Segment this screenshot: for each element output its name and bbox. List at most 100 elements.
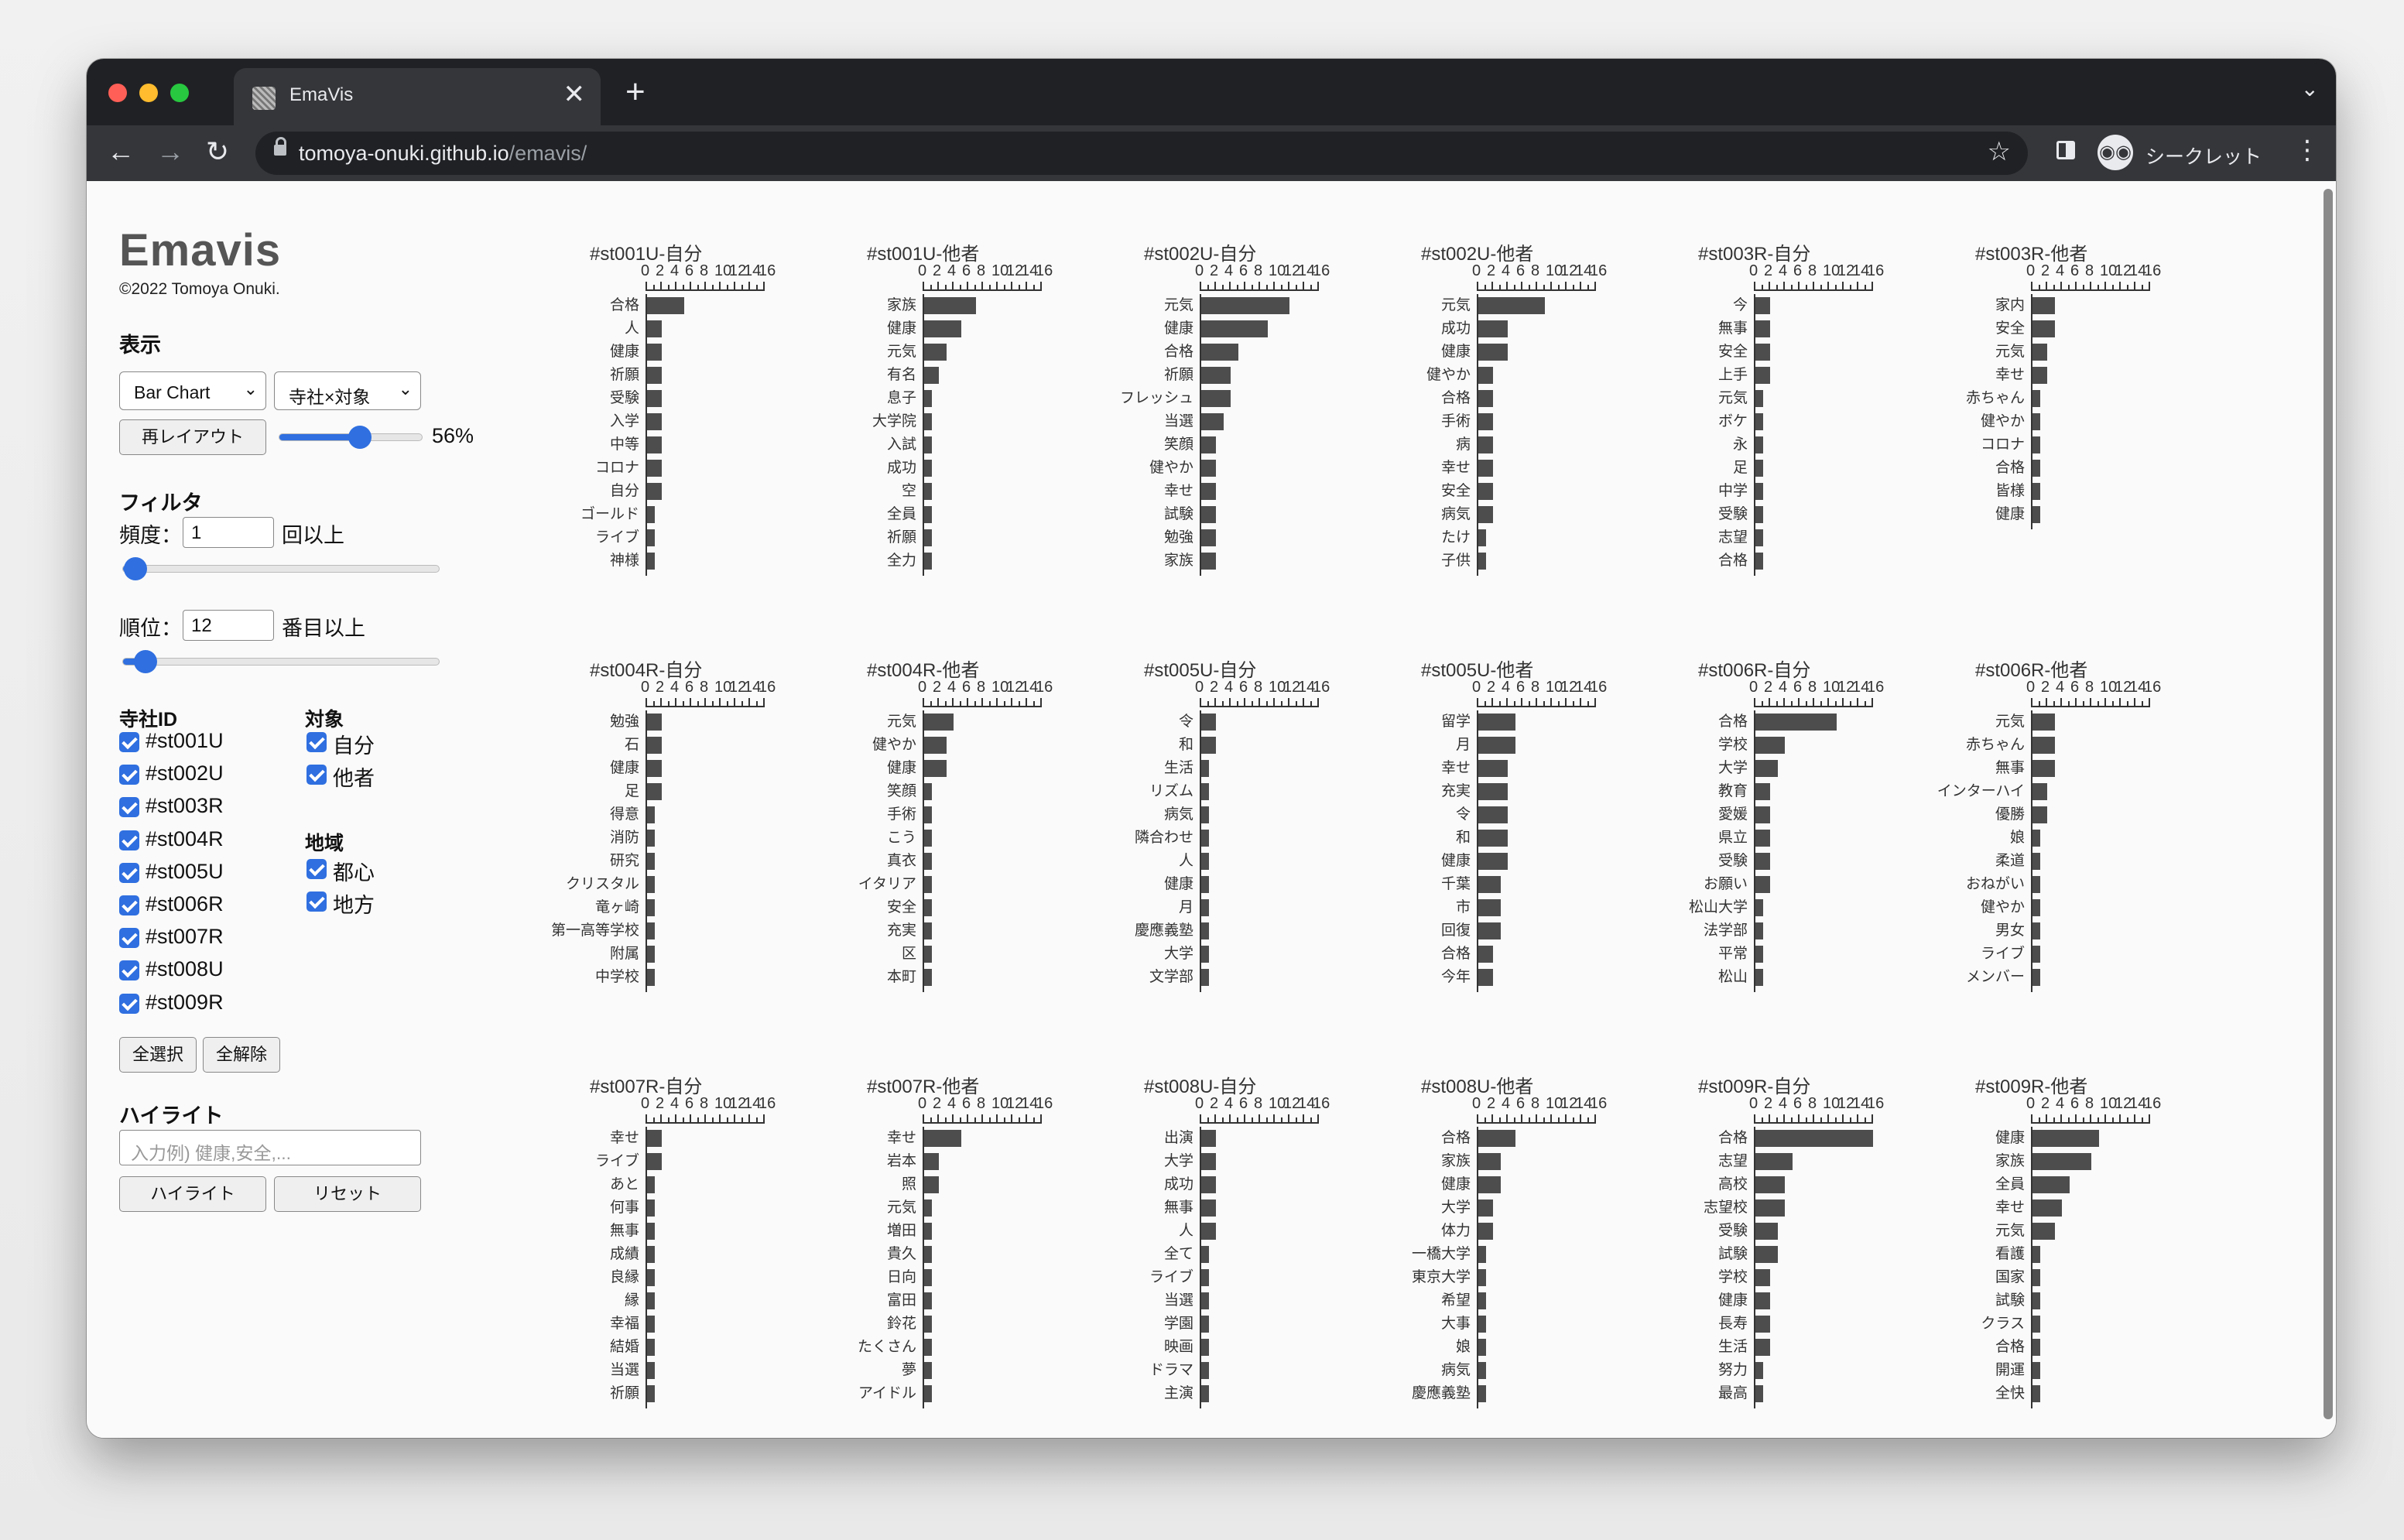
checkbox-shrines-1[interactable]	[119, 765, 139, 785]
category-label[interactable]: 留学	[1354, 710, 1471, 734]
category-label[interactable]: 健やか	[1909, 896, 2025, 919]
category-label[interactable]: 健やか	[1354, 364, 1471, 387]
bar[interactable]	[1201, 413, 1224, 430]
bar[interactable]	[1755, 1316, 1770, 1333]
category-label[interactable]: 幸福	[523, 1312, 639, 1336]
category-label[interactable]: 健康	[1909, 503, 2025, 526]
category-label[interactable]: 愛媛	[1632, 803, 1748, 826]
category-label[interactable]: 幸せ	[523, 1127, 639, 1150]
bar[interactable]	[1755, 436, 1763, 453]
category-label[interactable]: 子供	[1354, 549, 1471, 573]
category-label[interactable]: 成功	[1354, 317, 1471, 341]
bar[interactable]	[1755, 969, 1763, 986]
bar[interactable]	[1755, 1246, 1778, 1263]
category-label[interactable]: コロナ	[1909, 433, 2025, 457]
category-label[interactable]: 柔道	[1909, 850, 2025, 873]
category-label[interactable]: 真衣	[800, 850, 916, 873]
relayout-button[interactable]: 再レイアウト	[119, 419, 266, 455]
bar[interactable]	[1478, 460, 1493, 477]
bar[interactable]	[1755, 320, 1770, 337]
bar[interactable]	[1478, 969, 1493, 986]
category-label[interactable]: 志望校	[1632, 1196, 1748, 1220]
category-label[interactable]: 石	[523, 734, 639, 757]
category-label[interactable]: 体力	[1354, 1220, 1471, 1243]
bar[interactable]	[924, 946, 932, 963]
bar[interactable]	[1201, 1316, 1209, 1333]
bar[interactable]	[1478, 320, 1508, 337]
bar[interactable]	[647, 899, 655, 916]
category-label[interactable]: 病気	[1354, 503, 1471, 526]
bar[interactable]	[647, 1385, 655, 1402]
category-label[interactable]: 元気	[800, 710, 916, 734]
clear-all-button[interactable]: 全解除	[203, 1037, 280, 1073]
bar[interactable]	[924, 1339, 932, 1356]
bar[interactable]	[1755, 760, 1778, 777]
category-label[interactable]: 令	[1354, 803, 1471, 826]
bar[interactable]	[1478, 344, 1508, 361]
bar[interactable]	[647, 783, 662, 800]
bar[interactable]	[1755, 1269, 1770, 1286]
category-label[interactable]: 鈴花	[800, 1312, 916, 1336]
bar[interactable]	[647, 806, 655, 823]
category-label[interactable]: 健康	[800, 317, 916, 341]
bar[interactable]	[2032, 460, 2040, 477]
category-label[interactable]: 足	[1632, 457, 1748, 480]
category-label[interactable]: 全員	[1909, 1173, 2025, 1196]
category-label[interactable]: 当選	[523, 1359, 639, 1382]
category-label[interactable]: イタリア	[800, 873, 916, 896]
category-label[interactable]: 一橋大学	[1354, 1243, 1471, 1266]
bar[interactable]	[1478, 529, 1486, 546]
category-label[interactable]: 人	[1077, 1220, 1193, 1243]
bar[interactable]	[1478, 367, 1493, 384]
bar[interactable]	[647, 1316, 655, 1333]
bar[interactable]	[1755, 806, 1770, 823]
category-label[interactable]: 健康	[1632, 1289, 1748, 1312]
bar[interactable]	[2032, 320, 2055, 337]
bar[interactable]	[647, 483, 662, 500]
bar[interactable]	[924, 1246, 932, 1263]
category-label[interactable]: 試験	[1909, 1289, 2025, 1312]
bar[interactable]	[1201, 806, 1209, 823]
category-label[interactable]: 皆様	[1909, 480, 2025, 503]
bar[interactable]	[1478, 806, 1508, 823]
bar[interactable]	[647, 969, 655, 986]
category-label[interactable]: 空	[800, 480, 916, 503]
bar[interactable]	[1478, 1246, 1486, 1263]
category-label[interactable]: クラス	[1909, 1312, 2025, 1336]
category-label[interactable]: 和	[1077, 734, 1193, 757]
category-label[interactable]: 富田	[800, 1289, 916, 1312]
checkbox-shrines-3[interactable]	[119, 830, 139, 850]
bar[interactable]	[1478, 899, 1501, 916]
category-label[interactable]: 祈願	[1077, 364, 1193, 387]
bar[interactable]	[647, 760, 662, 777]
category-label[interactable]: 希望	[1354, 1289, 1471, 1312]
highlight-button[interactable]: ハイライト	[119, 1176, 266, 1212]
bar[interactable]	[1201, 714, 1216, 731]
category-label[interactable]: 受験	[1632, 503, 1748, 526]
bar[interactable]	[1201, 969, 1209, 986]
bar[interactable]	[1478, 413, 1493, 430]
bar[interactable]	[1201, 1269, 1209, 1286]
bar[interactable]	[924, 1223, 932, 1240]
bar[interactable]	[1201, 922, 1209, 939]
bar[interactable]	[2032, 413, 2040, 430]
category-label[interactable]: 令	[1077, 710, 1193, 734]
bar[interactable]	[647, 1130, 662, 1147]
checkbox-shrines-2[interactable]	[119, 797, 139, 818]
bar[interactable]	[924, 853, 932, 870]
bar[interactable]	[1201, 390, 1231, 407]
bar[interactable]	[1478, 783, 1508, 800]
browser-menu-icon[interactable]: ⋮	[2294, 135, 2320, 166]
grouping-select[interactable]: 寺社×対象 ⌄	[274, 371, 421, 410]
bar[interactable]	[1201, 460, 1216, 477]
category-label[interactable]: 国家	[1909, 1266, 2025, 1289]
bar[interactable]	[1755, 1339, 1770, 1356]
bar[interactable]	[924, 320, 961, 337]
category-label[interactable]: 入学	[523, 410, 639, 433]
side-panel-icon[interactable]	[2056, 141, 2075, 159]
bar[interactable]	[1201, 737, 1216, 754]
bar[interactable]	[1201, 553, 1216, 570]
category-label[interactable]: 健康	[1354, 850, 1471, 873]
category-label[interactable]: リズム	[1077, 780, 1193, 803]
checkbox-targets-0[interactable]	[306, 732, 327, 752]
